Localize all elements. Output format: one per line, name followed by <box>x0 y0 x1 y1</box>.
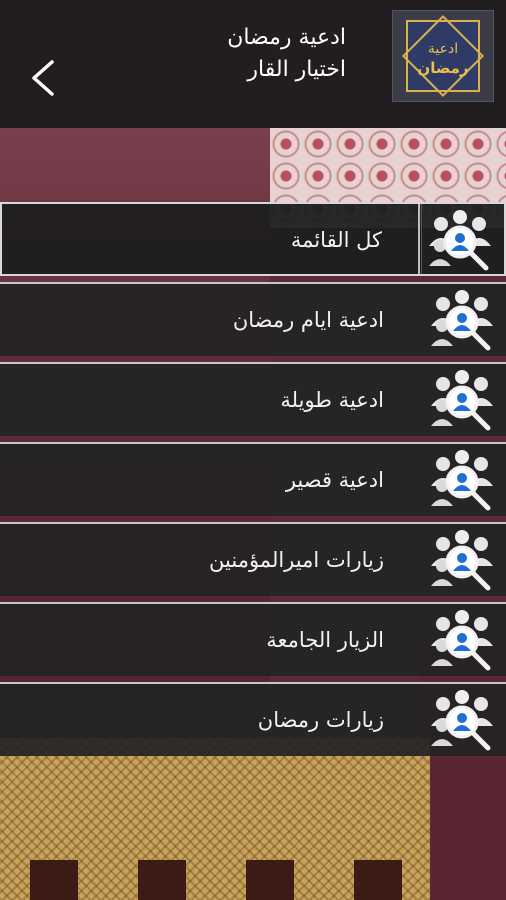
logo-text-top: ادعية <box>428 41 458 57</box>
people-search-icon <box>428 448 496 512</box>
category-list: كل القائمة ادعية ايام رمضان ادعية طويلة <box>0 202 506 762</box>
back-button[interactable] <box>22 50 62 106</box>
people-search-icon <box>428 688 496 752</box>
list-item-label: كل القائمة <box>290 228 382 252</box>
people-search-icon <box>428 528 496 592</box>
list-item-label: ادعية قصير <box>285 468 384 492</box>
list-item[interactable]: ادعية قصير <box>0 442 506 516</box>
list-item-label: الزيار الجامعة <box>266 628 384 652</box>
logo-text-bottom: رمضان <box>417 59 468 77</box>
list-item-label: ادعية ايام رمضان <box>232 308 384 332</box>
people-search-icon <box>428 288 496 352</box>
list-item[interactable]: زيارات اميرالمؤمنين <box>0 522 506 596</box>
page-title: ادعية رمضان اختيار القار <box>96 22 346 86</box>
selection-divider-shadow <box>421 204 422 274</box>
title-line-1: ادعية رمضان <box>227 25 346 50</box>
list-item[interactable]: زيارات رمضان <box>0 682 506 756</box>
list-item[interactable]: ادعية طويلة <box>0 362 506 436</box>
list-item-label: زيارات رمضان <box>257 708 384 732</box>
list-item[interactable]: ادعية ايام رمضان <box>0 282 506 356</box>
list-item[interactable]: الزيار الجامعة <box>0 602 506 676</box>
ramadan-logo-icon: ادعية رمضان <box>393 11 493 101</box>
title-line-2: اختيار القار <box>247 57 346 82</box>
list-item-label: ادعية طويلة <box>280 388 384 412</box>
app-logo: ادعية رمضان <box>392 10 494 102</box>
people-search-icon <box>428 608 496 672</box>
list-item[interactable]: كل القائمة <box>0 202 506 276</box>
chevron-left-icon <box>32 60 54 96</box>
selection-divider <box>418 204 420 274</box>
app-header: ادعية رمضان اختيار القار ادعية رمضان <box>0 0 506 128</box>
list-item-label: زيارات اميرالمؤمنين <box>209 548 384 572</box>
background-arches <box>0 860 430 900</box>
people-search-icon <box>426 208 494 272</box>
people-search-icon <box>428 368 496 432</box>
